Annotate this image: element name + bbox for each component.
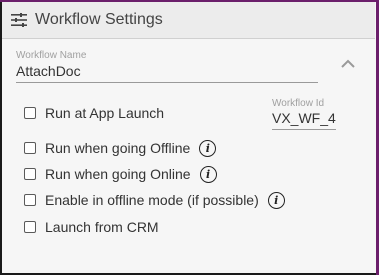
panel-title: Workflow Settings (35, 11, 163, 28)
option-launch-from-crm[interactable]: Launch from CRM (24, 218, 159, 236)
option-label: Run when going Offline (45, 140, 191, 156)
option-run-when-offline[interactable]: Run when going Offline i (24, 139, 217, 157)
checkbox[interactable] (24, 168, 36, 180)
checkbox[interactable] (24, 221, 36, 233)
checkbox[interactable] (24, 142, 36, 154)
option-enable-offline-mode[interactable]: Enable in offline mode (if possible) i (24, 191, 285, 209)
workflow-id-field[interactable]: VX_WF_4 (272, 110, 336, 126)
option-run-when-online[interactable]: Run when going Online i (24, 165, 217, 183)
panel-header: Workflow Settings (2, 2, 375, 39)
workflow-id-label: Workflow Id (272, 98, 325, 109)
option-label: Run at App Launch (45, 105, 165, 121)
workflow-name-underline (16, 82, 318, 83)
workflow-id-underline (272, 129, 336, 130)
info-icon[interactable]: i (267, 191, 285, 209)
tune-icon (11, 13, 27, 27)
option-run-at-app-launch[interactable]: Run at App Launch (24, 104, 164, 122)
checkbox[interactable] (24, 194, 36, 206)
option-label: Run when going Online (45, 166, 191, 182)
workflow-name-label: Workflow Name (16, 50, 87, 61)
option-label: Enable in offline mode (if possible) (45, 192, 259, 208)
info-icon[interactable]: i (199, 139, 217, 157)
option-label: Launch from CRM (45, 219, 159, 235)
info-icon[interactable]: i (199, 165, 217, 183)
workflow-name-field[interactable]: AttachDoc (16, 63, 81, 79)
checkbox[interactable] (24, 107, 36, 119)
chevron-up-icon[interactable] (340, 58, 356, 70)
